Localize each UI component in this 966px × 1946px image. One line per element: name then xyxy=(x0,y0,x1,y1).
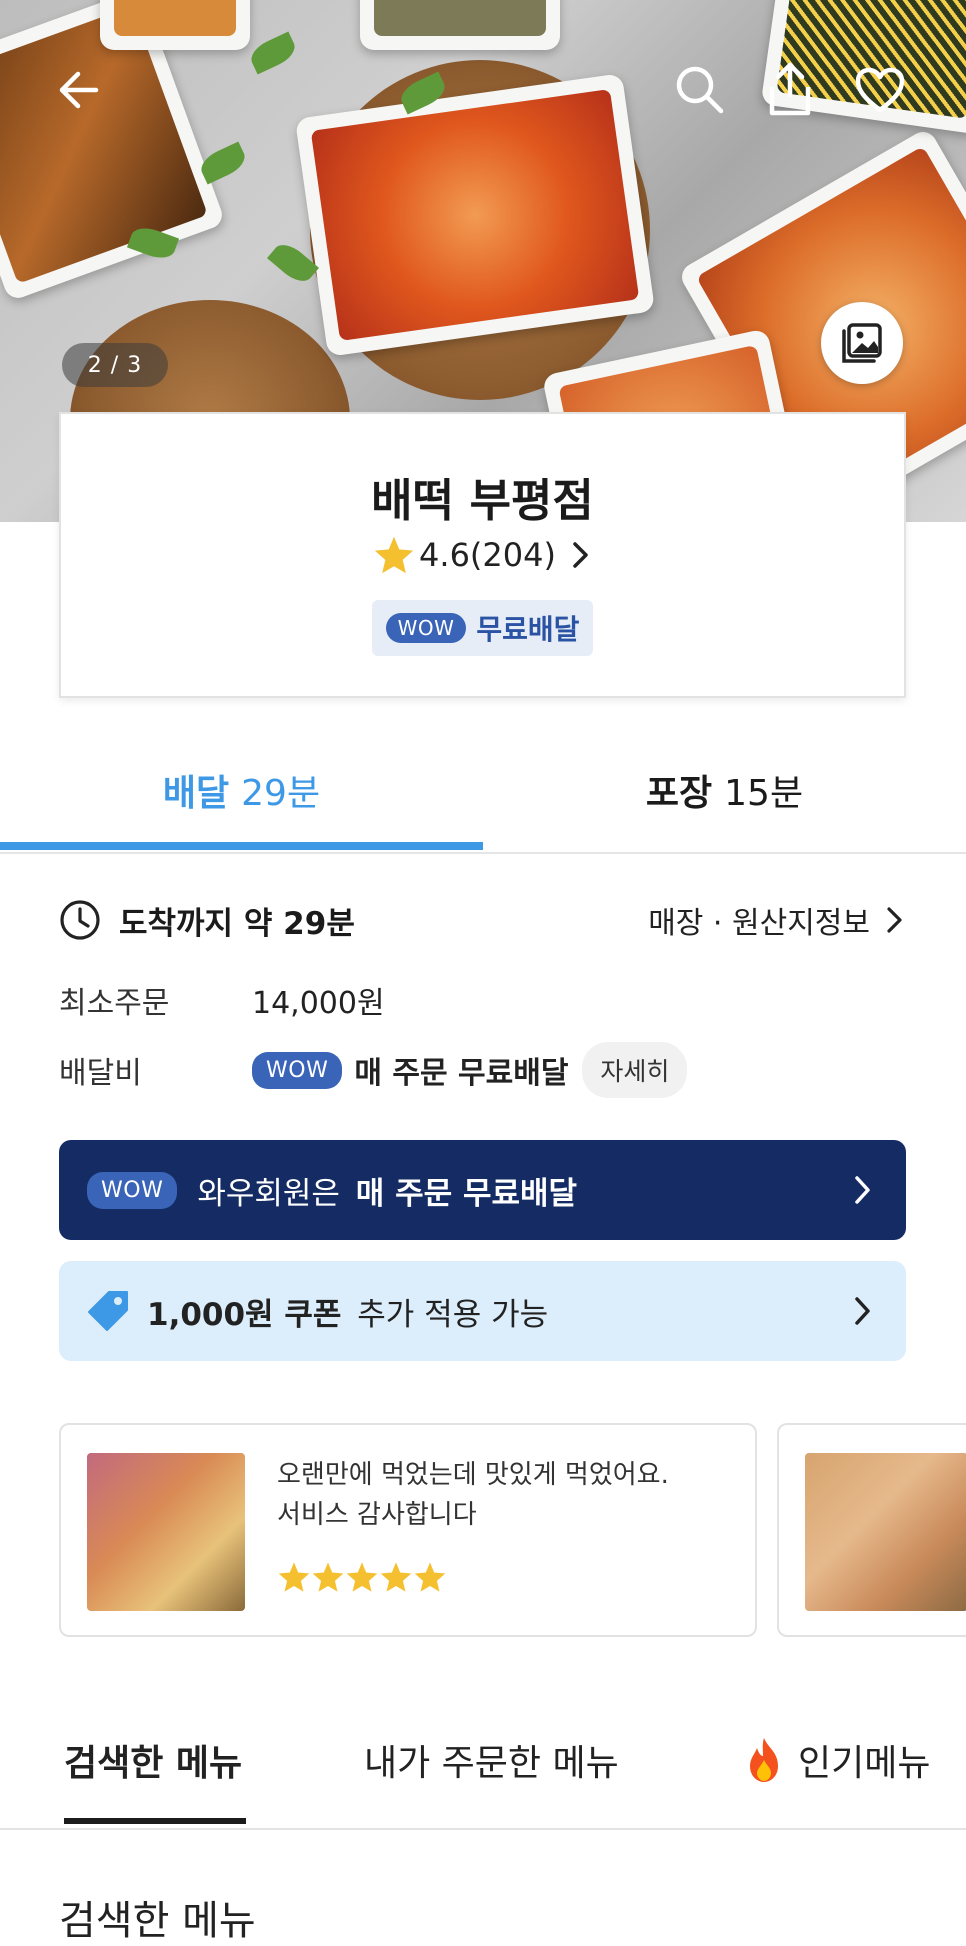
fire-icon xyxy=(750,1738,778,1782)
food-tray-image xyxy=(360,0,560,50)
back-arrow-icon[interactable] xyxy=(50,62,106,118)
gallery-button[interactable] xyxy=(821,302,903,384)
wow-banner-bold: 매 주문 무료배달 xyxy=(355,1175,578,1212)
section-title: 검색한 메뉴 xyxy=(59,1898,256,1944)
min-order-row: 최소주문 14,000원 xyxy=(59,972,385,1028)
coupon-bold: 1,000원 쿠폰 xyxy=(147,1296,342,1333)
wow-banner-prefix: 와우회원은 xyxy=(197,1175,340,1212)
active-tab-indicator xyxy=(0,842,483,850)
star-icon xyxy=(374,536,414,574)
detail-button[interactable]: 자세히 xyxy=(582,1042,688,1098)
chevron-right-icon xyxy=(855,1297,870,1325)
review-text-line: 오랜만에 먹었는데 맛있게 먹었어요. xyxy=(277,1460,669,1490)
store-origin-info-link[interactable]: 매장 · 원산지정보 xyxy=(648,892,906,948)
delivery-fee-value: 매 주문 무료배달 xyxy=(354,1056,569,1091)
delivery-fee-row: 배달비 WOW 매 주문 무료배달 자세히 xyxy=(59,1042,688,1098)
rating-value: 4.6 xyxy=(419,536,470,574)
wow-banner-text: 와우회원은 매 주문 무료배달 xyxy=(197,1168,577,1213)
review-text-line: 서비스 감사합니다 xyxy=(277,1500,477,1530)
clock-icon xyxy=(60,900,100,940)
star-icon xyxy=(346,1562,378,1592)
wow-pill: WOW xyxy=(385,613,467,643)
star-icon xyxy=(312,1562,344,1592)
image-counter: 2 / 3 xyxy=(62,343,168,387)
rating-link[interactable]: 4.6 (204) xyxy=(61,535,904,575)
chevron-right-icon xyxy=(855,1176,870,1204)
wow-pill: WOW xyxy=(87,1171,178,1209)
tab-pickup[interactable]: 포장 15분 xyxy=(483,730,966,850)
star-icon xyxy=(414,1562,446,1592)
food-tray-image xyxy=(294,73,656,357)
delivery-fee-label: 배달비 xyxy=(59,1056,142,1091)
review-photo xyxy=(87,1453,245,1611)
free-delivery-label: 무료배달 xyxy=(476,613,580,646)
heart-icon[interactable] xyxy=(850,60,910,120)
min-order-value: 14,000원 xyxy=(252,986,385,1021)
tab-popular-menu-label: 인기메뉴 xyxy=(798,1743,931,1784)
tab-searched-menu[interactable]: 검색한 메뉴 xyxy=(64,1700,242,1820)
coupon-text: 1,000원 쿠폰 추가 적용 가능 xyxy=(147,1289,548,1334)
wow-membership-banner[interactable]: WOW 와우회원은 매 주문 무료배달 xyxy=(59,1140,906,1240)
star-icon xyxy=(380,1562,412,1592)
tab-my-ordered-menu-label: 내가 주문한 메뉴 xyxy=(364,1743,619,1784)
wow-pill: WOW xyxy=(252,1051,343,1089)
review-stars xyxy=(277,1561,447,1593)
chevron-right-icon xyxy=(573,542,588,568)
gallery-icon xyxy=(842,323,882,363)
review-text: 오랜만에 먹었는데 맛있게 먹었어요. 서비스 감사합니다 xyxy=(277,1455,717,1535)
store-name: 배떡 부평점 xyxy=(371,474,594,527)
tab-pickup-label: 포장 xyxy=(645,773,713,814)
tab-delivery-label: 배달 xyxy=(162,773,230,814)
leaf-garnish xyxy=(196,141,250,185)
store-info-card: 배떡 부평점 4.6 (204) WOW 무료배달 xyxy=(59,412,906,698)
wow-free-delivery-badge: WOW 무료배달 xyxy=(371,600,594,656)
tab-my-ordered-menu[interactable]: 내가 주문한 메뉴 xyxy=(364,1700,619,1820)
chevron-right-icon xyxy=(887,907,902,933)
tab-popular-menu[interactable]: 인기메뉴 xyxy=(744,1700,930,1820)
review-count: (204) xyxy=(469,536,556,574)
share-icon[interactable] xyxy=(760,58,820,120)
active-menu-tab-indicator xyxy=(64,1818,246,1824)
tab-pickup-time: 15분 xyxy=(724,773,804,814)
review-card[interactable] xyxy=(777,1423,966,1637)
eta-row: 도착까지 약 29분 매장 · 원산지정보 xyxy=(59,892,906,948)
store-origin-info-label: 매장 · 원산지정보 xyxy=(648,906,870,941)
coupon-desc: 추가 적용 가능 xyxy=(357,1296,549,1333)
coupon-banner[interactable]: 1,000원 쿠폰 추가 적용 가능 xyxy=(59,1261,906,1361)
star-icon xyxy=(278,1562,310,1592)
tab-searched-menu-label: 검색한 메뉴 xyxy=(64,1743,243,1784)
review-photo xyxy=(805,1453,966,1611)
tab-delivery-time: 29분 xyxy=(241,773,321,814)
review-card[interactable]: 오랜만에 먹었는데 맛있게 먹었어요. 서비스 감사합니다 xyxy=(59,1423,757,1637)
min-order-label: 최소주문 xyxy=(59,986,170,1021)
food-tray-image xyxy=(100,0,250,50)
search-icon[interactable] xyxy=(670,60,730,120)
coupon-tag-icon xyxy=(88,1291,128,1331)
tab-delivery[interactable]: 배달 29분 xyxy=(0,730,483,850)
eta-text: 도착까지 약 29분 xyxy=(119,905,355,942)
order-type-tabs: 배달 29분 포장 15분 xyxy=(0,730,966,854)
menu-category-tabs: 검색한 메뉴 내가 주문한 메뉴 인기메뉴 xyxy=(0,1700,966,1830)
leaf-garnish xyxy=(246,31,300,75)
